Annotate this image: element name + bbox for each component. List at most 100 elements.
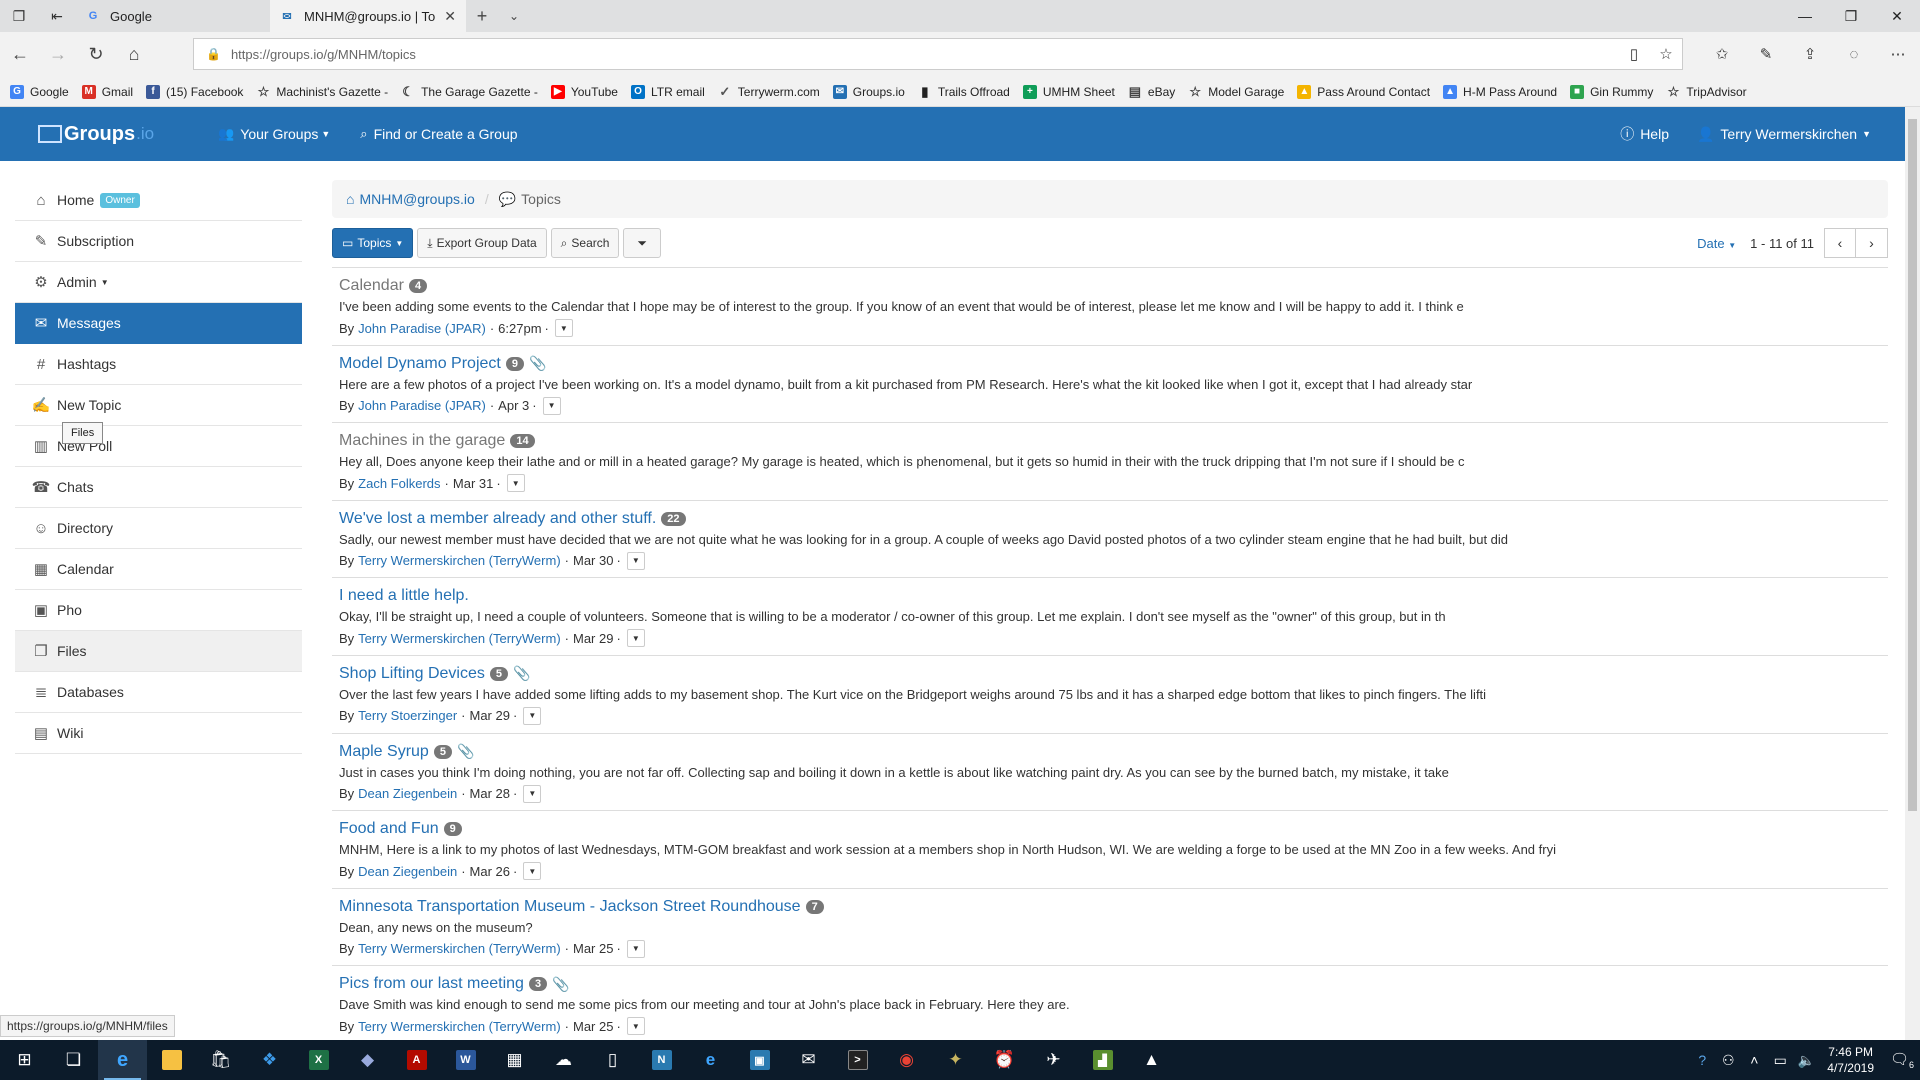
topic-title-link[interactable]: Calendar — [339, 277, 404, 295]
topic-title-link[interactable]: Model Dynamo Project — [339, 355, 501, 373]
app-icon[interactable]: ✈ — [1029, 1040, 1078, 1080]
topic-title-link[interactable]: Food and Fun — [339, 820, 439, 838]
page-scrollbar[interactable] — [1905, 107, 1920, 1042]
next-page-button[interactable]: › — [1856, 228, 1888, 258]
favorites-hub-icon[interactable]: ✩ — [1700, 38, 1744, 70]
internet-explorer-icon[interactable]: e — [686, 1040, 735, 1080]
remote-desktop-icon[interactable]: ▣ — [735, 1040, 784, 1080]
profile-icon[interactable]: ◌ — [1832, 38, 1876, 70]
mail-icon[interactable]: ✉ — [784, 1040, 833, 1080]
topic-actions-dropdown[interactable]: ▼ — [554, 319, 573, 337]
favorite-envelope[interactable]: ✉ Groups.io — [832, 84, 905, 99]
dropbox-icon[interactable]: ❖ — [245, 1040, 294, 1080]
word-icon[interactable]: W — [441, 1040, 490, 1080]
topic-title-link[interactable]: Shop Lifting Devices — [339, 665, 485, 683]
topic-actions-dropdown[interactable]: ▼ — [523, 862, 542, 881]
your-groups-menu[interactable]: 👥 Your Groups ▼ — [218, 126, 330, 142]
home-icon[interactable]: ⌂ — [116, 37, 152, 73]
topics-dropdown-button[interactable]: ▭ Topics ▼ — [332, 228, 414, 258]
sidebar-item-chats[interactable]: ☎ Chats — [15, 467, 302, 508]
app-icon[interactable]: ✦ — [931, 1040, 980, 1080]
sidebar-item-subscription[interactable]: ✎ Subscription — [15, 221, 302, 262]
sidebar-item-pho[interactable]: ▣ Pho — [15, 590, 302, 631]
file-explorer-icon[interactable] — [147, 1040, 196, 1080]
sidebar-item-databases[interactable]: ≣ Databases — [15, 672, 302, 713]
calculator-icon[interactable]: ▦ — [490, 1040, 539, 1080]
topic-actions-dropdown[interactable]: ▼ — [626, 629, 645, 648]
topic-actions-dropdown[interactable]: ▼ — [626, 939, 645, 958]
app-icon[interactable]: N — [637, 1040, 686, 1080]
browser-tab-groupsio[interactable]: ✉ MNHM@groups.io | Top ✕ — [270, 0, 466, 32]
breadcrumb-group-link[interactable]: MNHM@groups.io — [359, 191, 474, 207]
favorite-star[interactable]: ☆ Machinist's Gazette - — [256, 84, 389, 99]
favorite-sheets[interactable]: + UMHM Sheet — [1022, 84, 1115, 99]
topic-author-link[interactable]: John Paradise (JPAR) — [358, 321, 486, 336]
topic-title-link[interactable]: I need a little help. — [339, 587, 469, 605]
favorite-outlook[interactable]: O LTR email — [630, 84, 705, 99]
chrome-icon[interactable]: ◉ — [882, 1040, 931, 1080]
action-center-icon[interactable]: 🗨6 — [1884, 1050, 1920, 1070]
sidebar-item-directory[interactable]: ☺ Directory — [15, 508, 302, 549]
back-icon[interactable]: ← — [2, 37, 38, 73]
topic-author-link[interactable]: Terry Wermerskirchen (TerryWerm) — [358, 1019, 560, 1034]
app-icon[interactable]: ◆ — [343, 1040, 392, 1080]
sidebar-item-wiki[interactable]: ▤ Wiki — [15, 713, 302, 754]
web-note-icon[interactable]: ✎ — [1744, 38, 1788, 70]
favorite-facebook[interactable]: f (15) Facebook — [146, 84, 243, 99]
topic-title-link[interactable]: Maple Syrup — [339, 743, 429, 761]
topic-author-link[interactable]: Terry Stoerzinger — [358, 708, 457, 723]
reading-view-icon[interactable]: ▯ — [1618, 45, 1650, 63]
favorite-moon[interactable]: ☾ The Garage Gazette - — [401, 84, 538, 99]
topic-author-link[interactable]: Dean Ziegenbein — [358, 864, 457, 879]
user-menu[interactable]: 👤 Terry Wermerskirchen ▼ — [1697, 126, 1871, 143]
sidebar-item-home[interactable]: ⌂ Home Owner — [15, 180, 302, 221]
sidebar-item-new-poll[interactable]: ▥ New Poll — [15, 426, 302, 467]
favorite-star-icon[interactable]: ☆ — [1650, 45, 1682, 63]
network-icon[interactable]: ▭ — [1767, 1052, 1793, 1069]
tab-actions-icon[interactable]: ❐ — [0, 0, 38, 32]
favorite-game[interactable]: ■ Gin Rummy — [1570, 84, 1653, 99]
topic-actions-dropdown[interactable]: ▼ — [523, 784, 542, 803]
favorite-youtube[interactable]: ▶ YouTube — [550, 84, 618, 99]
tab-list-chevron-icon[interactable]: ⌄ — [498, 0, 530, 32]
address-bar[interactable]: 🔒 https://groups.io/g/MNHM/topics ▯ ☆ — [193, 38, 1683, 70]
groupsio-logo[interactable]: Groups .io — [38, 123, 154, 146]
alarm-clock-icon[interactable]: ⏰ — [980, 1040, 1029, 1080]
restore-icon[interactable]: ❐ — [1828, 0, 1874, 32]
favorite-gmail[interactable]: M Gmail — [81, 84, 133, 99]
export-group-data-button[interactable]: ⤓ Export Group Data — [417, 228, 547, 258]
acrobat-icon[interactable]: A — [392, 1040, 441, 1080]
topic-actions-dropdown[interactable]: ▼ — [626, 551, 645, 570]
minimize-icon[interactable]: — — [1782, 0, 1828, 32]
topic-title-link[interactable]: Minnesota Transportation Museum - Jackso… — [339, 898, 801, 916]
topic-author-link[interactable]: Dean Ziegenbein — [358, 786, 457, 801]
favorite-google[interactable]: G Google — [10, 84, 69, 99]
sort-date-dropdown[interactable]: Date ▼ — [1697, 236, 1736, 251]
search-button[interactable]: ⌕ Search — [550, 228, 620, 258]
refresh-icon[interactable]: ↻ — [78, 37, 114, 73]
sidebar-item-hashtags[interactable]: # Hashtags — [15, 344, 302, 385]
start-windows-icon[interactable]: ⊞ — [0, 1040, 49, 1080]
sidebar-item-calendar[interactable]: ▦ Calendar — [15, 549, 302, 590]
show-hidden-icons-chevron-icon[interactable]: ˄ — [1741, 1052, 1767, 1068]
find-create-group-link[interactable]: ⌕ Find or Create a Group — [360, 126, 517, 142]
topic-author-link[interactable]: Terry Wermerskirchen (TerryWerm) — [358, 941, 560, 956]
scrollbar-thumb[interactable] — [1908, 119, 1917, 811]
sidebar-item-new-topic[interactable]: ✍ New Topic — [15, 385, 302, 426]
edge-browser-icon[interactable]: e — [98, 1040, 147, 1080]
forward-icon[interactable]: → — [40, 37, 76, 73]
app-icon[interactable]: ▟ — [1078, 1040, 1127, 1080]
close-tab-icon[interactable]: ✕ — [444, 8, 456, 25]
notepad-icon[interactable]: ▯ — [588, 1040, 637, 1080]
favorite-drive[interactable]: ▲ H-M Pass Around — [1443, 84, 1557, 99]
sidebar-item-messages[interactable]: ✉ Messages — [15, 303, 302, 344]
favorite-bookmark[interactable]: ▮ Trails Offroad — [918, 84, 1010, 99]
tab-aside-icon[interactable]: ⇤ — [38, 0, 76, 32]
topic-title-link[interactable]: We've lost a member already and other st… — [339, 510, 656, 528]
filter-button[interactable]: ⏷ — [623, 228, 662, 258]
favorite-star[interactable]: ☆ TripAdvisor — [1666, 84, 1747, 99]
topic-actions-dropdown[interactable]: ▼ — [542, 396, 561, 415]
help-tray-icon[interactable]: ? — [1689, 1052, 1715, 1068]
topic-author-link[interactable]: Zach Folkerds — [358, 476, 440, 491]
topic-actions-dropdown[interactable]: ▼ — [506, 474, 525, 493]
